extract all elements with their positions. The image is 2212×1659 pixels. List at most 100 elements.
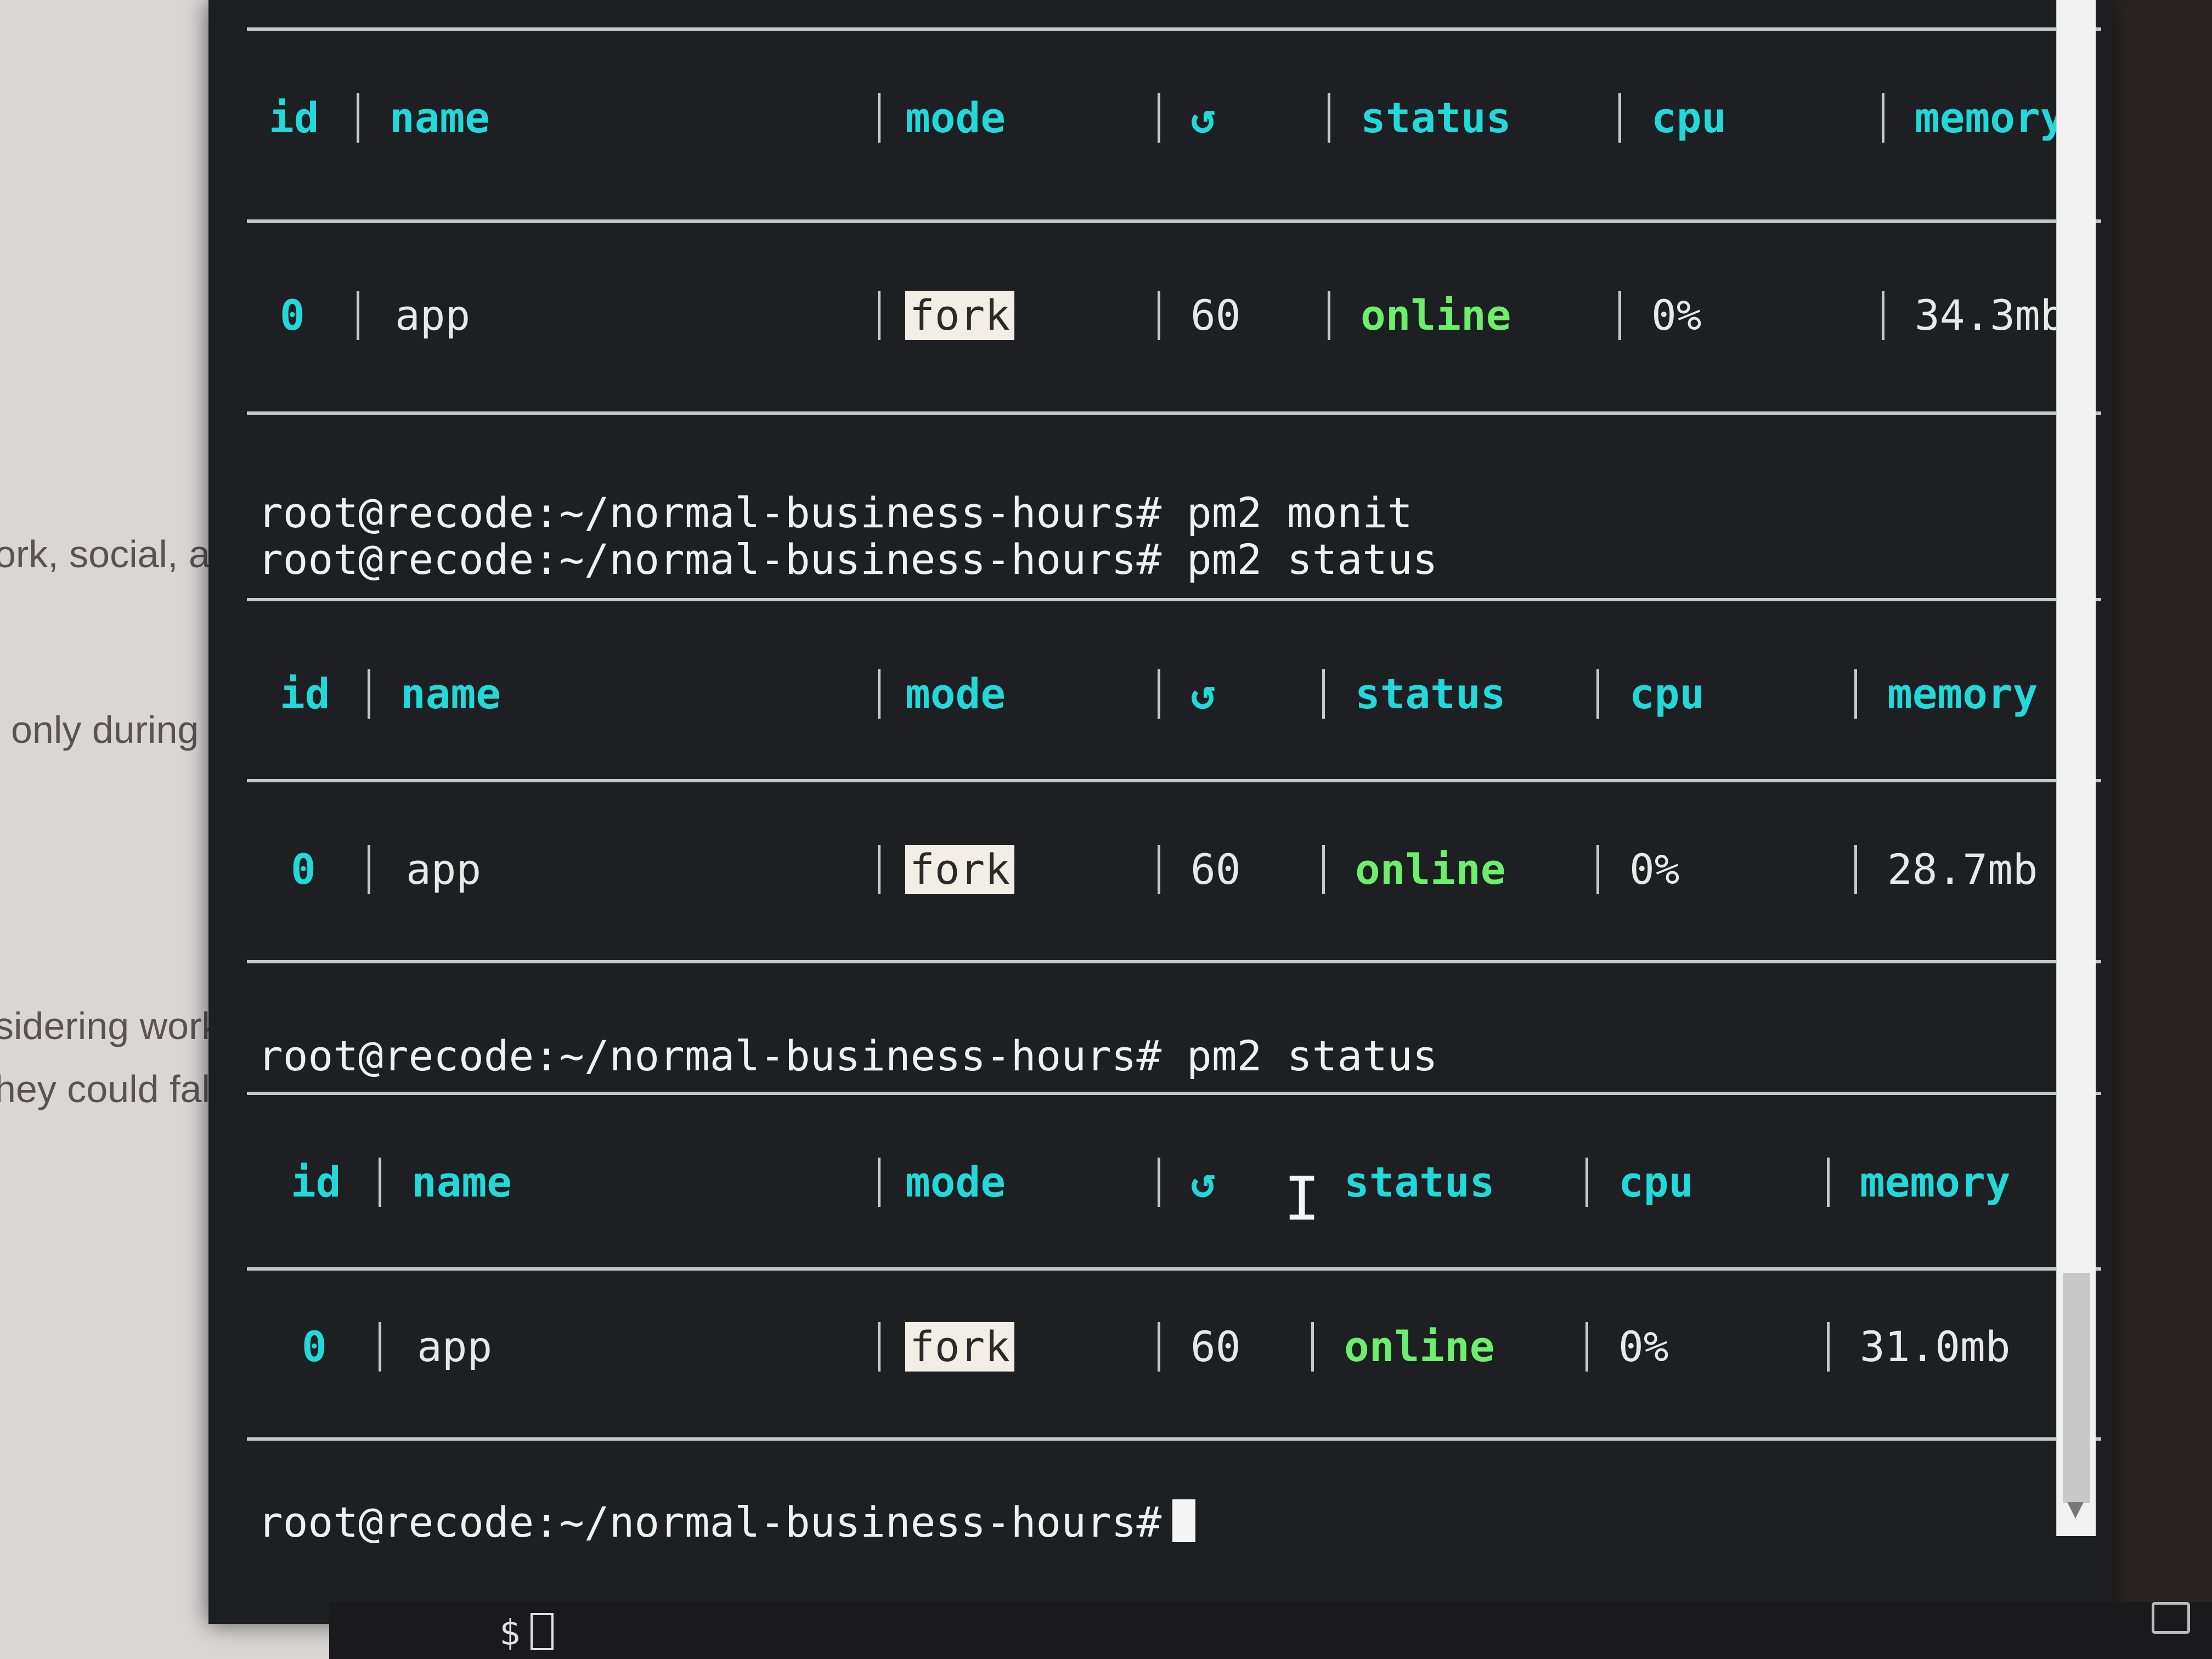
column-separator <box>1596 845 1599 894</box>
pm2-status-table: id name mode ↺ status cpu memory 0 app f… <box>247 1086 2101 1481</box>
row-id: 0 <box>280 291 305 340</box>
pm2-status-table: id name mode ↺ status cpu memory 0 app f… <box>247 592 2101 988</box>
column-separator <box>1322 845 1325 894</box>
column-separator <box>878 291 881 340</box>
table-border-bottom <box>247 960 2101 963</box>
column-separator <box>1854 845 1857 894</box>
row-restarts: 60 <box>1190 845 1241 894</box>
column-separator <box>379 1158 381 1207</box>
column-separator <box>1158 669 1160 719</box>
column-separator <box>1854 669 1857 719</box>
row-cpu: 0% <box>1618 1322 1669 1371</box>
header-mode: mode <box>905 1158 1006 1206</box>
column-separator <box>878 845 881 894</box>
window-icon[interactable] <box>2152 1602 2190 1634</box>
header-id: id <box>280 669 330 718</box>
row-memory: 34.3mb <box>1915 291 2066 340</box>
column-separator <box>878 1322 881 1372</box>
scroll-down-arrow-icon[interactable]: ▼ <box>2067 1492 2084 1524</box>
row-name: app <box>395 291 471 340</box>
prompt-line: root@recode:~/normal-business-hours# pm2… <box>258 1031 1438 1080</box>
header-name: name <box>400 669 501 718</box>
column-separator <box>1158 93 1160 143</box>
row-mode: fork <box>905 291 1015 340</box>
row-cpu: 0% <box>1651 291 1702 340</box>
column-separator <box>878 1158 881 1207</box>
pm2-status-table: id name mode ↺ status cpu memory 0 app f… <box>247 22 2101 417</box>
background-shell-window: $ <box>329 1602 2212 1659</box>
terminal-window[interactable]: id name mode ↺ status cpu memory 0 app f… <box>208 0 2112 1624</box>
row-name: app <box>406 845 482 894</box>
table-border-top <box>247 598 2101 601</box>
column-separator <box>1827 1322 1830 1372</box>
column-separator <box>1328 291 1330 340</box>
table-border-bottom <box>247 411 2101 415</box>
column-separator <box>1158 1158 1160 1207</box>
restart-icon: ↺ <box>1190 669 1216 718</box>
column-separator <box>379 1322 381 1372</box>
column-separator <box>1322 669 1325 719</box>
row-memory: 31.0mb <box>1860 1322 2011 1371</box>
column-separator <box>1827 1158 1830 1207</box>
row-mode: fork <box>905 845 1015 894</box>
header-name: name <box>390 93 490 142</box>
table-border-bottom <box>247 1437 2101 1441</box>
vertical-scrollbar[interactable]: ▼ <box>2056 0 2096 1536</box>
header-memory: memory <box>1887 669 2038 718</box>
scrollbar-thumb[interactable] <box>2063 1273 2090 1503</box>
restart-icon: ↺ <box>1190 1158 1216 1206</box>
header-status: status <box>1355 669 1506 718</box>
header-memory: memory <box>1915 93 2066 142</box>
column-separator <box>1311 1322 1314 1372</box>
header-id: id <box>291 1158 341 1206</box>
column-separator <box>357 93 359 143</box>
row-status: online <box>1355 845 1506 894</box>
table-border-mid <box>247 779 2101 782</box>
column-separator <box>1158 845 1160 894</box>
header-cpu: cpu <box>1629 669 1705 718</box>
table-border-top <box>247 27 2101 31</box>
table-border-top <box>247 1092 2101 1095</box>
row-restarts: 60 <box>1190 1322 1241 1371</box>
column-separator <box>878 669 881 719</box>
row-id: 0 <box>302 1322 327 1371</box>
column-separator <box>1158 1322 1160 1372</box>
header-id: id <box>269 93 319 142</box>
header-memory: memory <box>1860 1158 2011 1206</box>
table-border-mid <box>247 219 2101 223</box>
column-separator <box>368 669 370 719</box>
column-separator <box>1618 93 1621 143</box>
column-separator <box>1585 1158 1588 1207</box>
terminal-cursor <box>1172 1499 1196 1542</box>
header-status: status <box>1361 93 1511 142</box>
row-mode: fork <box>905 1322 1015 1372</box>
column-separator <box>368 845 370 894</box>
row-id: 0 <box>291 845 316 894</box>
shell-cursor <box>530 1613 554 1650</box>
row-name: app <box>417 1322 493 1371</box>
column-separator <box>1882 93 1884 143</box>
column-separator <box>1585 1322 1588 1372</box>
doc-line: hey could fall i <box>0 1068 238 1110</box>
table-border-mid <box>247 1267 2101 1271</box>
shell-prompt: $ <box>499 1613 554 1654</box>
column-separator <box>1158 291 1160 340</box>
column-separator <box>1882 291 1884 340</box>
row-memory: 28.7mb <box>1887 845 2038 894</box>
header-status: status <box>1344 1158 1495 1206</box>
restart-icon: ↺ <box>1190 93 1216 142</box>
column-separator <box>878 93 881 143</box>
row-cpu: 0% <box>1629 845 1680 894</box>
header-cpu: cpu <box>1618 1158 1694 1206</box>
terminal-content[interactable]: id name mode ↺ status cpu memory 0 app f… <box>225 0 2101 1624</box>
active-prompt-line[interactable]: root@recode:~/normal-business-hours# <box>258 1498 1196 1547</box>
header-mode: mode <box>905 669 1006 718</box>
row-status: online <box>1344 1322 1495 1371</box>
prompt-line: root@recode:~/normal-business-hours# pm2… <box>258 488 1413 537</box>
prompt-text: root@recode:~/normal-business-hours# <box>258 1498 1162 1547</box>
row-status: online <box>1361 291 1511 340</box>
header-cpu: cpu <box>1651 93 1727 142</box>
header-name: name <box>411 1158 512 1206</box>
shell-prompt-symbol: $ <box>499 1613 521 1654</box>
column-separator <box>1596 669 1599 719</box>
